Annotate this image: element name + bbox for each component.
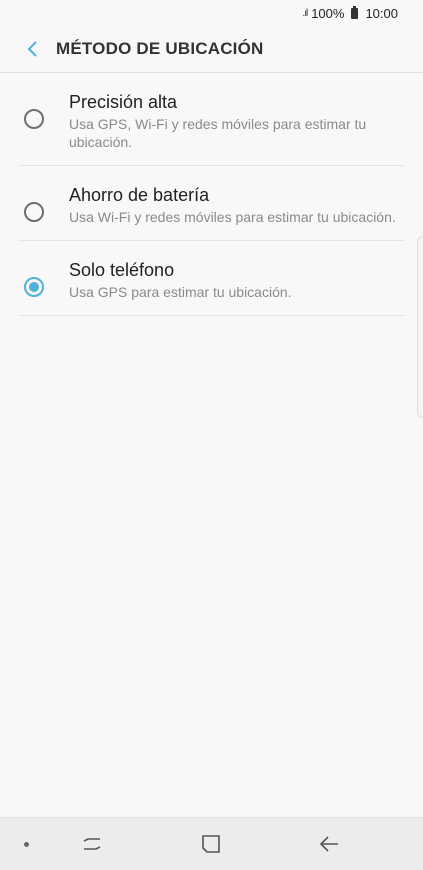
recent-apps-button[interactable] bbox=[80, 832, 106, 856]
option-high-accuracy[interactable]: Precisión alta Usa GPS, Wi-Fi y redes mó… bbox=[18, 73, 405, 166]
radio-dot-icon bbox=[29, 282, 39, 292]
radio-button[interactable] bbox=[24, 109, 44, 129]
home-button[interactable] bbox=[198, 832, 224, 856]
back-nav-button[interactable] bbox=[316, 832, 342, 856]
navigation-bar bbox=[0, 817, 423, 870]
recent-apps-icon bbox=[83, 838, 101, 850]
page-title: MÉTODO DE UBICACIÓN bbox=[56, 39, 264, 58]
home-icon bbox=[202, 835, 220, 853]
status-bar: .ıl 100% 10:00 bbox=[0, 0, 423, 26]
radio-button[interactable] bbox=[24, 202, 44, 222]
option-title: Ahorro de batería bbox=[69, 185, 210, 205]
battery-percent: 100% bbox=[311, 5, 345, 21]
option-description: Usa GPS, Wi-Fi y redes móviles para esti… bbox=[69, 116, 367, 150]
chevron-left-icon bbox=[27, 41, 37, 57]
back-button[interactable] bbox=[12, 26, 52, 72]
radio-button-selected[interactable] bbox=[24, 277, 44, 297]
option-title: Precisión alta bbox=[69, 92, 178, 112]
option-title: Solo teléfono bbox=[69, 260, 175, 280]
location-method-list: Precisión alta Usa GPS, Wi-Fi y redes mó… bbox=[18, 73, 405, 316]
option-phone-only[interactable]: Solo teléfono Usa GPS para estimar tu ub… bbox=[18, 241, 405, 316]
option-description: Usa GPS para estimar tu ubicación. bbox=[69, 284, 292, 300]
option-battery-saving[interactable]: Ahorro de batería Usa Wi-Fi y redes móvi… bbox=[18, 166, 405, 241]
app-header: MÉTODO DE UBICACIÓN bbox=[0, 26, 423, 73]
edge-panel-handle[interactable] bbox=[417, 236, 423, 418]
option-description: Usa Wi-Fi y redes móviles para estimar t… bbox=[69, 209, 396, 225]
back-arrow-icon bbox=[319, 836, 338, 852]
dot-indicator-icon bbox=[24, 842, 29, 847]
signal-icon: .ıl bbox=[302, 7, 308, 19]
battery-icon bbox=[351, 5, 359, 19]
clock: 10:00 bbox=[365, 5, 398, 21]
